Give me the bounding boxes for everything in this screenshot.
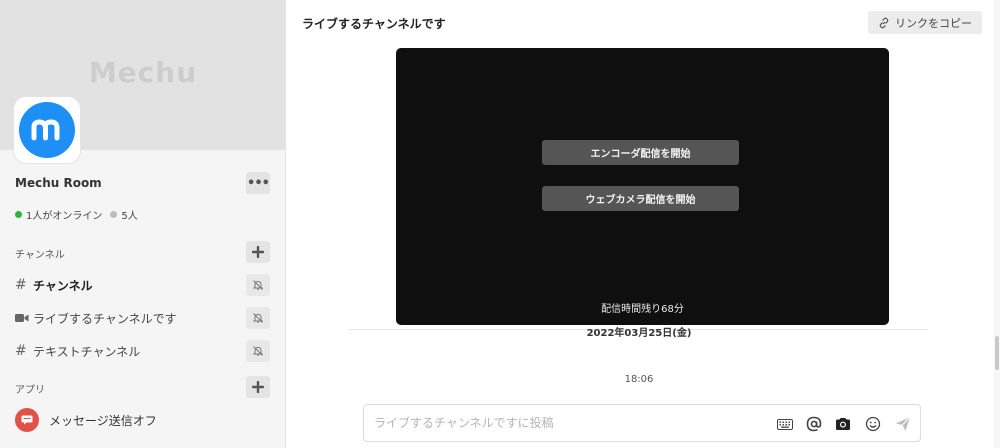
keyboard-icon[interactable] [775, 414, 795, 434]
channel-item-text[interactable]: # テキストチャンネル [15, 340, 275, 362]
online-dot-icon [15, 211, 22, 218]
hash-icon: # [15, 343, 27, 359]
bell-off-icon [252, 346, 264, 356]
member-count: 5人 [121, 211, 138, 222]
banner-text: Mechu [88, 56, 198, 89]
more-icon: ••• [247, 175, 270, 191]
online-count: 1人がオンライン [26, 211, 103, 222]
plus-icon [252, 246, 264, 258]
emoji-icon[interactable] [863, 414, 883, 434]
mute-toggle-button[interactable] [246, 307, 270, 329]
video-camera-icon [15, 313, 31, 323]
date-label: 2022年03月25日(金) [586, 328, 692, 339]
stream-time-remaining: 配信時間残り68分 [601, 304, 684, 315]
mute-toggle-button[interactable] [246, 340, 270, 362]
channel-label: チャンネル [33, 278, 93, 293]
start-encoder-stream-button[interactable]: エンコーダ配信を開始 [542, 140, 739, 165]
more-options-button[interactable]: ••• [246, 172, 270, 194]
channel-item-live[interactable]: ライブするチャンネルです [15, 307, 275, 329]
send-icon[interactable] [893, 414, 913, 434]
channel-label: テキストチャンネル [33, 344, 141, 359]
apps-section-label: アプリ [15, 385, 45, 396]
plus-icon [252, 381, 264, 393]
message-composer [363, 404, 921, 442]
copy-link-label: リンクをコピー [895, 16, 972, 30]
message-input[interactable] [374, 413, 764, 433]
sidebar: Mechu Mechu Room ••• 1人がオンライン 5人 チャンネル #… [0, 0, 286, 448]
room-name: Mechu Room [15, 176, 102, 190]
main-panel: ライブするチャンネルです リンクをコピー エンコーダ配信を開始 ウェブカメラ配信… [286, 0, 1000, 448]
channel-label: ライブするチャンネルです [33, 311, 177, 326]
camera-icon[interactable] [833, 414, 853, 434]
app-item-message-off[interactable]: メッセージ送信オフ [15, 408, 157, 432]
start-webcam-stream-button[interactable]: ウェブカメラ配信を開始 [542, 186, 739, 211]
hash-icon: # [15, 277, 27, 293]
message-time: 18:06 [624, 374, 654, 385]
app-item-label: メッセージ送信オフ [49, 413, 157, 428]
bell-off-icon [252, 313, 264, 323]
page-title: ライブするチャンネルです [302, 17, 446, 31]
mute-toggle-button[interactable] [246, 274, 270, 296]
main-scrollbar[interactable] [994, 0, 1000, 448]
live-video-player: エンコーダ配信を開始 ウェブカメラ配信を開始 配信時間残り68分 [396, 48, 889, 325]
scrollbar-thumb[interactable] [995, 336, 999, 370]
channel-item-channel[interactable]: # チャンネル [15, 274, 275, 296]
copy-link-button[interactable]: リンクをコピー [868, 11, 982, 34]
add-channel-button[interactable] [246, 241, 270, 263]
member-dot-icon [110, 211, 118, 218]
add-app-button[interactable] [246, 376, 270, 398]
presence-status: 1人がオンライン 5人 [15, 207, 138, 222]
channels-section-label: チャンネル [15, 250, 65, 261]
room-logo[interactable] [14, 97, 80, 163]
bell-off-icon [252, 280, 264, 290]
message-app-icon [15, 408, 39, 432]
mention-icon[interactable] [804, 414, 824, 434]
mechu-logo-icon [19, 102, 75, 158]
link-icon [879, 17, 889, 28]
